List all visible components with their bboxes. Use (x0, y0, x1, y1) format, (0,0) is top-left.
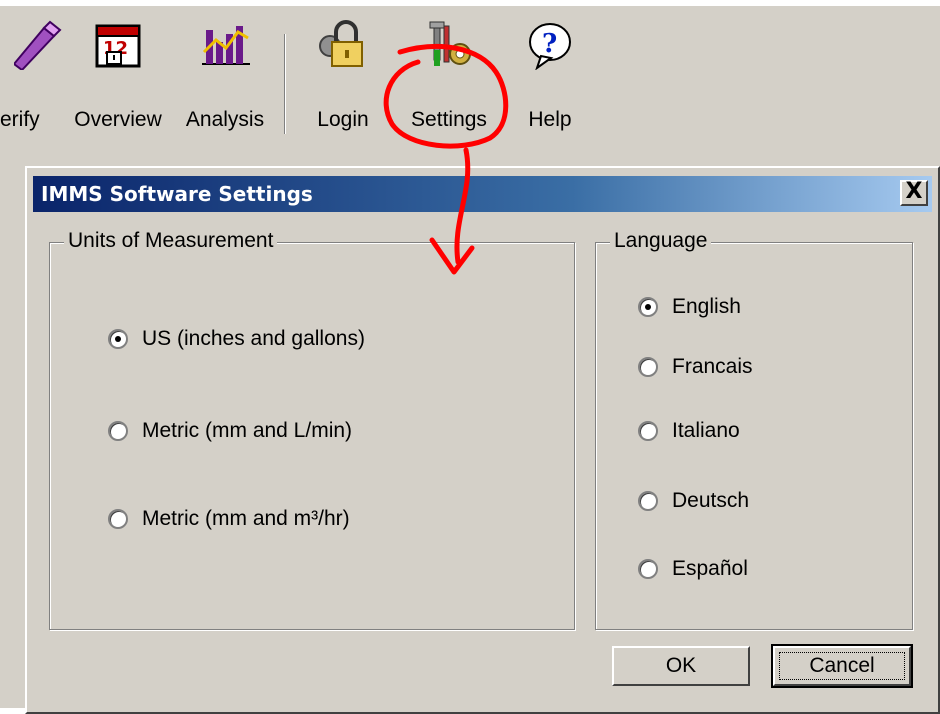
bar-chart-icon (202, 26, 250, 65)
login-label: Login (317, 108, 369, 131)
verify-button[interactable]: erify (0, 16, 62, 141)
language-option-espanol[interactable]: Español (638, 557, 748, 581)
radio-button[interactable] (638, 559, 658, 579)
units-option-label: Metric (mm and L/min) (142, 419, 353, 442)
question-bubble-icon: ? (529, 23, 571, 70)
radio-button[interactable] (108, 329, 128, 349)
units-option-label: US (inches and gallons) (142, 327, 365, 350)
units-option-label: Metric (mm and m³/hr) (142, 507, 350, 530)
radio-button[interactable] (638, 491, 658, 511)
analysis-label: Analysis (185, 108, 265, 131)
toolbar: erify 12 Overview Analysis Login Setting… (0, 6, 940, 146)
units-option-metric-m3hr[interactable]: Metric (mm and m³/hr) (108, 507, 350, 531)
radio-button[interactable] (638, 421, 658, 441)
verify-label: erify (0, 108, 40, 131)
close-icon: X (905, 179, 923, 204)
help-label: Help (528, 108, 572, 131)
close-button[interactable]: X (900, 180, 928, 206)
dialog-titlebar[interactable]: IMMS Software Settings X (33, 176, 932, 212)
language-option-label: Deutsch (672, 489, 750, 512)
toolbar-separator (284, 34, 286, 134)
language-option-italiano[interactable]: Italiano (638, 419, 740, 443)
padlock-icon (319, 20, 363, 67)
language-option-francais[interactable]: Francais (638, 355, 753, 379)
language-option-label: Italiano (672, 419, 740, 442)
language-option-label: Francais (672, 355, 753, 378)
language-option-english[interactable]: English (638, 295, 741, 319)
language-option-label: English (672, 295, 741, 318)
cancel-button[interactable]: Cancel (771, 644, 913, 688)
tools-gear-icon (429, 21, 471, 66)
units-option-metric-lmin[interactable]: Metric (mm and L/min) (108, 419, 352, 443)
pencil-icon (14, 20, 62, 70)
units-groupbox: Units of Measurement US (inches and gall… (49, 229, 575, 630)
units-option-us[interactable]: US (inches and gallons) (108, 327, 365, 351)
svg-text:?: ? (542, 29, 557, 59)
calendar-icon: 12 (95, 24, 141, 68)
radio-button[interactable] (108, 421, 128, 441)
settings-dialog: IMMS Software Settings X Units of Measur… (25, 166, 940, 714)
radio-button[interactable] (108, 509, 128, 529)
language-groupbox: Language English Francais Italiano Deuts… (595, 229, 913, 630)
language-legend: Language (610, 229, 712, 253)
focus-rectangle (779, 652, 905, 680)
language-option-deutsch[interactable]: Deutsch (638, 489, 749, 513)
overview-label: Overview (74, 108, 162, 131)
help-button[interactable]: ? Help (515, 16, 585, 141)
ok-label: OK (665, 654, 697, 677)
ok-button[interactable]: OK (612, 646, 750, 686)
language-option-label: Español (672, 557, 748, 580)
dialog-title: IMMS Software Settings (41, 182, 313, 206)
settings-label: Settings (411, 108, 487, 131)
application-window: erify 12 Overview Analysis Login Setting… (0, 6, 940, 714)
units-legend: Units of Measurement (64, 229, 278, 253)
analysis-button[interactable]: Analysis (180, 16, 270, 141)
radio-button[interactable] (638, 357, 658, 377)
settings-button[interactable]: Settings (404, 16, 494, 141)
radio-button[interactable] (638, 297, 658, 317)
overview-button[interactable]: 12 Overview (66, 16, 170, 141)
login-button[interactable]: Login (305, 16, 381, 141)
